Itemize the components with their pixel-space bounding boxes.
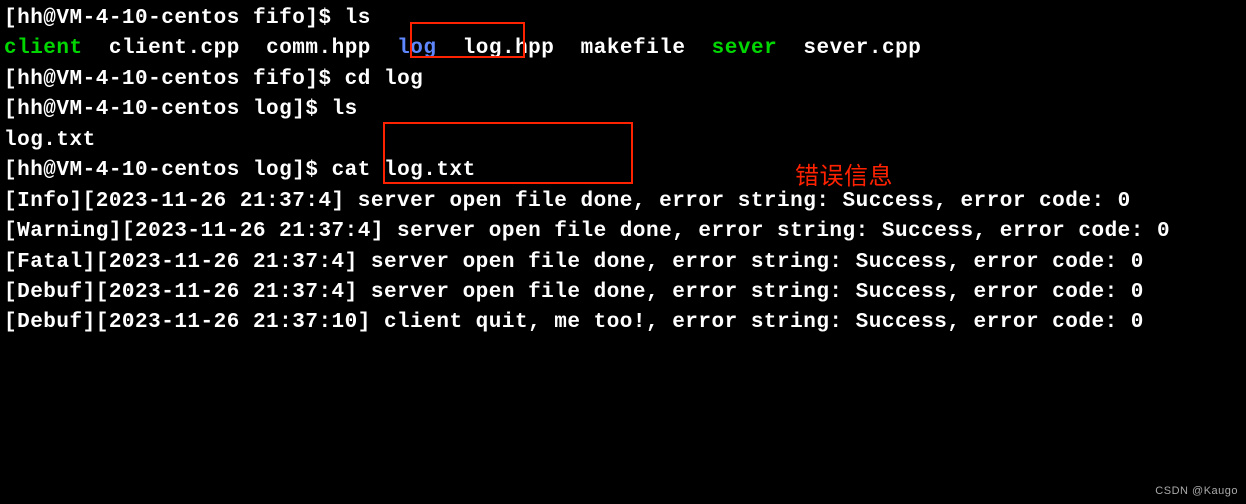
file-sever: sever bbox=[712, 37, 778, 60]
terminal-line: [hh@VM-4-10-centos fifo]$ cd log bbox=[4, 65, 1242, 95]
command: ls bbox=[345, 7, 371, 30]
log-output-line: [Info][2023-11-26 21:37:4] server open f… bbox=[4, 187, 1242, 217]
file-client: client bbox=[4, 37, 83, 60]
file-log-hpp: log.hpp bbox=[463, 37, 555, 60]
terminal-line: [hh@VM-4-10-centos log]$ ls bbox=[4, 95, 1242, 125]
terminal-line: [hh@VM-4-10-centos fifo]$ ls bbox=[4, 4, 1242, 34]
ls-output: client client.cpp comm.hpp log log.hpp m… bbox=[4, 34, 1242, 64]
file-makefile: makefile bbox=[581, 37, 686, 60]
prompt: [hh@VM-4-10-centos log]$ bbox=[4, 98, 332, 121]
prompt: [hh@VM-4-10-centos fifo]$ bbox=[4, 68, 345, 91]
ls-output: log.txt bbox=[4, 126, 1242, 156]
prompt: [hh@VM-4-10-centos fifo]$ bbox=[4, 7, 345, 30]
watermark: CSDN @Kaugo bbox=[1155, 484, 1238, 500]
command: ls bbox=[332, 98, 358, 121]
file-comm-hpp: comm.hpp bbox=[266, 37, 371, 60]
file-log-txt: log.txt bbox=[4, 129, 96, 152]
file-client-cpp: client.cpp bbox=[109, 37, 240, 60]
terminal-line: [hh@VM-4-10-centos log]$ cat log.txt bbox=[4, 156, 1242, 186]
file-sever-cpp: sever.cpp bbox=[803, 37, 921, 60]
command: cat log.txt bbox=[332, 159, 476, 182]
log-output-line: [Fatal][2023-11-26 21:37:4] server open … bbox=[4, 248, 1242, 278]
command: cd log bbox=[345, 68, 424, 91]
prompt: [hh@VM-4-10-centos log]$ bbox=[4, 159, 332, 182]
dir-log: log bbox=[397, 37, 436, 60]
annotation-text: 错误信息 bbox=[795, 160, 893, 195]
log-output-line: [Debuf][2023-11-26 21:37:10] client quit… bbox=[4, 308, 1242, 338]
log-output-line: [Debuf][2023-11-26 21:37:4] server open … bbox=[4, 278, 1242, 308]
log-output-line: [Warning][2023-11-26 21:37:4] server ope… bbox=[4, 217, 1242, 247]
